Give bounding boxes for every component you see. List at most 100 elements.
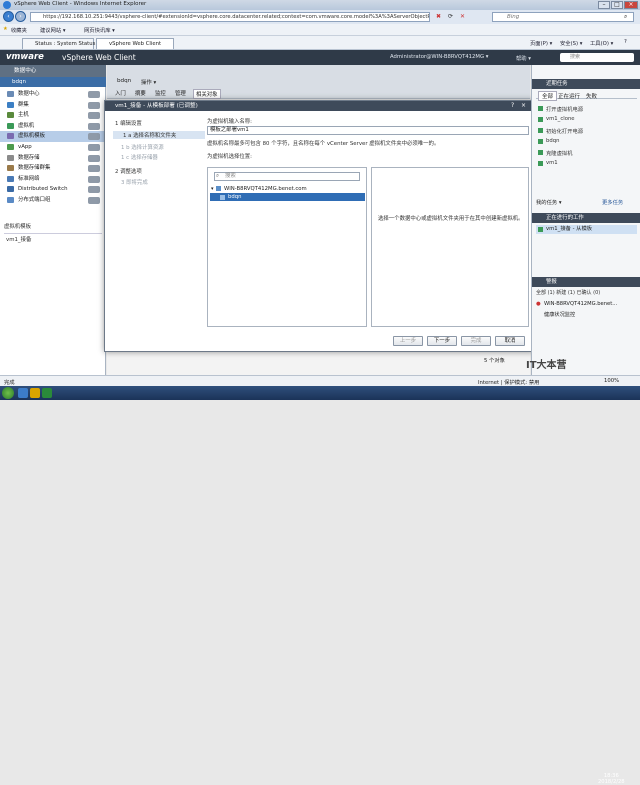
alarms-header[interactable]: 警报 [532,277,640,287]
actions-menu[interactable]: 操作 ▾ [141,78,156,86]
vm-template-icon [538,227,543,232]
vcenter-icon [216,186,221,191]
task-item[interactable]: 克隆虚拟机 [546,149,573,157]
vm-name-input[interactable]: 模板之部署vm1 [207,126,529,135]
cert-error-icon[interactable]: ✖ [436,13,441,20]
task-item[interactable]: 初始化打开电源 [546,127,583,135]
task-success-icon [538,128,543,133]
name-label: 为虚拟机输入名称: [207,119,252,125]
my-tasks-menu[interactable]: 我的任务 ▾ [536,198,562,206]
related-item[interactable]: vm1_接备 [6,235,31,243]
cancel-button[interactable]: 取消 [495,336,525,346]
sidebar-item[interactable]: 数据存储群集 [0,163,106,174]
maximize-button[interactable]: □ [611,1,623,9]
sidebar-item-icon [7,91,14,97]
navigator-title[interactable]: 数据中心 [0,65,106,77]
refresh-icon[interactable]: ⟳ [448,13,453,20]
help-icon[interactable]: ? [624,39,627,45]
work-in-progress-label: vm1_接备 - 从模板 [546,226,593,232]
start-button[interactable] [2,387,14,399]
alarm-host[interactable]: WIN-B8RVQT412MG.benet... [544,301,617,307]
tab-system-status[interactable]: Status : System Status [22,38,95,49]
deploy-wizard-dialog: vm1_接备 - 从模板部署 (已调整) × ? 1 编辑设置 1 a 选择名称和… [104,100,534,352]
dialog-help-icon[interactable]: ? [511,102,514,109]
task-tab-running[interactable]: 正在运行 [558,92,580,100]
center-tab[interactable]: 管理 [173,89,188,97]
sidebar-item[interactable]: 虚拟机 [0,121,106,132]
search-input[interactable]: Bing [492,12,634,22]
zoom-level[interactable]: 100% [604,378,619,384]
tree-child-node[interactable]: bdqn [210,193,365,201]
window-titlebar: vSphere Web Client - Windows Internet Ex… [0,0,640,10]
breadcrumb[interactable]: bdqn [117,78,131,84]
sidebar-item[interactable]: 标准网络 [0,174,106,185]
location-label: 为虚拟机选择位置: [207,154,252,160]
safety-menu[interactable]: 安全(S) ▾ [560,39,582,47]
back-button[interactable]: 上一步 [393,336,423,346]
expand-icon[interactable]: ▾ [211,185,214,193]
recent-tasks-header[interactable]: 近期任务 [532,79,640,89]
favorites-label[interactable]: 收藏夹 [11,26,27,34]
forward-icon[interactable]: › [15,11,26,22]
sidebar-item[interactable]: 虚拟机模板 [0,131,106,142]
page-menu[interactable]: 页面(P) ▾ [530,39,552,47]
stop-icon[interactable]: ✕ [460,13,465,20]
folder-taskbar-icon[interactable] [30,388,40,398]
alarm-tabs[interactable]: 全部 (1) 新建 (1) 已确认 (0) [536,289,600,296]
close-button[interactable]: × [624,1,638,9]
center-tab[interactable]: 摘要 [133,89,148,97]
favorites-star-icon[interactable]: ★ [3,26,8,32]
dialog-close-icon[interactable]: × [521,102,526,109]
app-taskbar-icon[interactable] [42,388,52,398]
explorer-taskbar-icon[interactable] [18,388,28,398]
task-success-icon [538,139,543,144]
wizard-step[interactable]: 1 a 选择名称和文件夹 [113,131,205,139]
location-tree: 搜索 ⌕ ▾ WIN-B8RVQT412MG.benet.com bdqn [207,167,367,327]
sidebar-item[interactable]: 分布式端口组 [0,195,106,206]
navigator-context[interactable]: bdqn [0,77,106,87]
watermark: IT大本营 [526,360,567,371]
minimize-button[interactable]: – [598,1,610,9]
search-icon[interactable]: ⌕ [624,13,627,21]
wizard-step[interactable]: 2 调整选项 [115,167,142,175]
task-item[interactable]: vm1_clone [546,116,575,122]
favorites-bar: ★ 收藏夹 建议网站 ▾ 网页快讯库 ▾ [0,24,640,36]
more-tasks-link[interactable]: 更多任务 [602,198,623,206]
url-input[interactable]: https://192.168.10.251:9443/vsphere-clie… [30,12,430,22]
tree-root-node[interactable]: ▾ WIN-B8RVQT412MG.benet.com [210,185,365,193]
sidebar-item[interactable]: 主机 [0,110,106,121]
zone-text: Internet | 保护模式: 禁用 [478,380,540,386]
sidebar-item[interactable]: vApp [0,142,106,153]
next-button[interactable]: 下一步 [427,336,457,346]
fav-web-slice-gallery[interactable]: 网页快讯库 ▾ [84,26,115,34]
task-success-icon [538,161,543,166]
fav-suggested-sites[interactable]: 建议网站 ▾ [40,26,66,34]
finish-button[interactable]: 完成 [461,336,491,346]
task-item[interactable]: bdqn [546,138,559,144]
back-icon[interactable]: ‹ [3,11,14,22]
help-menu[interactable]: 帮助 ▾ [516,54,531,62]
sidebar-item[interactable]: 数据存储 [0,153,106,164]
task-item[interactable]: vm1 [546,160,558,166]
center-tab[interactable]: 监控 [153,89,168,97]
task-tab-all[interactable]: 全部 [538,91,558,101]
tab-vsphere-web-client[interactable]: vSphere Web Client [96,38,174,49]
sidebar-item[interactable]: 数据中心 [0,89,106,100]
sidebar-item[interactable]: 群集 [0,100,106,111]
app-search-input[interactable]: 搜索 [560,53,634,62]
work-in-progress-item[interactable]: vm1_接备 - 从模板 [536,225,637,234]
sidebar-item[interactable]: Distributed Switch [0,184,106,195]
work-in-progress-header[interactable]: 正在进行的工作 [532,213,640,223]
sidebar-item-label: 数据存储群集 [18,165,51,172]
center-tab[interactable]: 入门 [113,89,128,97]
task-item[interactable]: 打开虚拟机电源 [546,105,583,113]
user-menu[interactable]: Administrator@WIN-B8RVQT412MG ▾ [390,54,488,60]
status-text: 完成 [4,380,15,386]
center-tab[interactable]: 相关对象 [193,89,221,99]
sidebar-item-label: Distributed Switch [18,186,68,193]
sidebar-item-label: vApp [18,144,32,150]
tools-menu[interactable]: 工具(O) ▾ [590,39,613,47]
task-tab-failed[interactable]: 失败 [586,92,597,100]
tree-search-input[interactable]: 搜索 [214,172,360,181]
wizard-step[interactable]: 1 编辑设置 [115,119,142,127]
